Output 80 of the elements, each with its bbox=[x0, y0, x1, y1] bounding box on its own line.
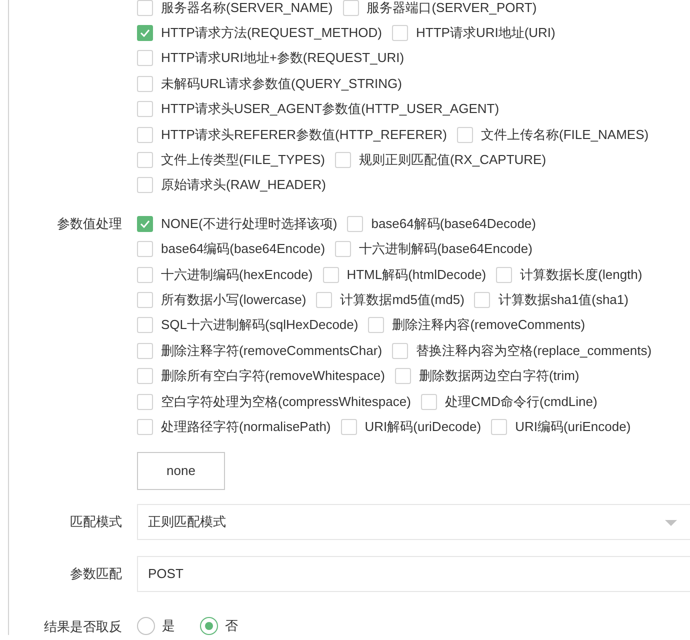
checkbox[interactable] bbox=[491, 418, 508, 435]
checkbox[interactable] bbox=[342, 0, 359, 16]
checkbox-label: 计算数据md5值(md5) bbox=[340, 290, 464, 309]
checkbox-label: HTTP请求头USER_AGENT参数值(HTTP_USER_AGENT) bbox=[161, 100, 500, 118]
checkbox[interactable] bbox=[137, 317, 153, 334]
checkbox-label: URI编码(uriEncode) bbox=[515, 418, 631, 436]
checkbox-label: 原始请求头(RAW_HEADER) bbox=[161, 176, 326, 194]
checkbox[interactable] bbox=[392, 25, 408, 42]
checkbox[interactable] bbox=[474, 292, 490, 308]
checkbox-label: HTML解码(htmlDecode) bbox=[346, 266, 486, 284]
checkbox-label: 十六进制解码(base64Encode) bbox=[359, 240, 532, 258]
checkbox-label: HTTP请求方法(REQUEST_METHOD) bbox=[161, 24, 382, 42]
checkbox-label: 服务器名称(SERVER_NAME) bbox=[161, 0, 333, 17]
checkbox[interactable] bbox=[368, 317, 384, 334]
checkbox-label: 计算数据长度(length) bbox=[520, 266, 642, 284]
checkbox-label: base64编码(base64Encode) bbox=[161, 240, 326, 258]
checkbox[interactable] bbox=[420, 394, 437, 410]
checkbox-label: 空白字符处理为空格(compressWhitespace) bbox=[161, 392, 411, 411]
checkbox[interactable] bbox=[137, 368, 153, 384]
checkbox-label: SQL十六进制解码(sqlHexDecode) bbox=[161, 316, 358, 334]
checkbox[interactable] bbox=[137, 126, 153, 143]
checkbox-label: 处理路径字符(normalisePath) bbox=[161, 418, 331, 436]
field-label: 结果是否取反 bbox=[44, 618, 122, 634]
checkbox-label: 处理CMD命令行(cmdLine) bbox=[444, 392, 598, 411]
radio-label: 否 bbox=[225, 617, 238, 635]
checkbox-label: 删除所有空白字符(removeWhitespace) bbox=[161, 367, 385, 386]
checkbox-label: 十六进制编码(hexEncode) bbox=[161, 266, 313, 284]
checkbox[interactable] bbox=[392, 342, 408, 359]
checkbox[interactable] bbox=[347, 216, 364, 232]
checkbox-label: 文件上传名称(FILE_NAMES) bbox=[481, 126, 649, 144]
radio-button[interactable] bbox=[200, 617, 218, 635]
checkmark-icon bbox=[140, 29, 150, 38]
checkbox[interactable] bbox=[137, 101, 153, 118]
checkbox[interactable] bbox=[137, 394, 153, 410]
checkbox-label: 计算数据sha1值(sha1) bbox=[498, 290, 628, 309]
checkbox-label: URI解码(uriDecode) bbox=[364, 418, 482, 436]
checkbox-label: HTTP请求头REFERER参数值(HTTP_REFERER) bbox=[161, 126, 448, 144]
radio-button[interactable] bbox=[137, 617, 155, 635]
input-field[interactable]: POST bbox=[137, 556, 690, 592]
checkbox-label: NONE(不进行处理时选择该项) bbox=[161, 214, 338, 233]
checkbox[interactable] bbox=[340, 418, 357, 435]
checkbox-label: HTTP请求URI地址(URI) bbox=[416, 24, 556, 42]
checkbox-label: 规则正则匹配值(RX_CAPTURE) bbox=[358, 151, 546, 170]
checkbox[interactable] bbox=[322, 266, 339, 283]
checkbox[interactable] bbox=[394, 368, 411, 384]
checkbox-label: 删除数据两边空白字符(trim) bbox=[418, 367, 580, 386]
checkbox[interactable] bbox=[137, 241, 153, 258]
checkbox-label: 未解码URL请求参数值(QUERY_STRING) bbox=[161, 74, 402, 93]
checkbox[interactable] bbox=[137, 418, 153, 435]
checkbox-label: 文件上传类型(FILE_TYPES) bbox=[161, 151, 325, 170]
checkbox-label: HTTP请求URI地址+参数(REQUEST_URI) bbox=[161, 49, 404, 68]
field-label: 匹配模式 bbox=[70, 514, 122, 529]
radio-label: 是 bbox=[162, 617, 175, 635]
checkbox-label: 删除注释内容(removeComments) bbox=[392, 316, 586, 334]
checkbox[interactable] bbox=[137, 177, 153, 194]
checkbox[interactable] bbox=[334, 152, 351, 168]
checkbox[interactable] bbox=[137, 266, 153, 283]
caret-icon bbox=[665, 520, 677, 526]
checkbox[interactable] bbox=[137, 50, 153, 66]
checkbox[interactable] bbox=[496, 266, 512, 283]
checkbox[interactable] bbox=[335, 241, 352, 258]
checkbox[interactable] bbox=[137, 0, 153, 16]
field-label: 参数值处理 bbox=[57, 216, 122, 232]
checkbox[interactable] bbox=[137, 216, 153, 232]
checkmark-icon bbox=[140, 220, 150, 228]
checkbox[interactable] bbox=[316, 292, 332, 308]
checkbox-label: 所有数据小写(lowercase) bbox=[161, 290, 306, 309]
checkbox-label: base64解码(base64Decode) bbox=[371, 214, 536, 233]
none-button[interactable]: none bbox=[137, 452, 225, 490]
checkbox[interactable] bbox=[457, 126, 474, 143]
checkbox[interactable] bbox=[137, 25, 153, 42]
checkbox-label: 替换注释内容为空格(replace_comments) bbox=[416, 342, 652, 360]
checkbox[interactable] bbox=[137, 152, 153, 168]
checkbox[interactable] bbox=[137, 76, 153, 92]
checkbox-label: 服务器端口(SERVER_PORT) bbox=[366, 0, 537, 17]
field-label: 参数匹配 bbox=[70, 566, 122, 581]
checkbox-label: 删除注释字符(removeCommentsChar) bbox=[161, 342, 382, 360]
checkbox[interactable] bbox=[137, 292, 153, 308]
checkbox[interactable] bbox=[137, 342, 153, 359]
dropdown[interactable]: 正则匹配模式 bbox=[137, 504, 690, 540]
